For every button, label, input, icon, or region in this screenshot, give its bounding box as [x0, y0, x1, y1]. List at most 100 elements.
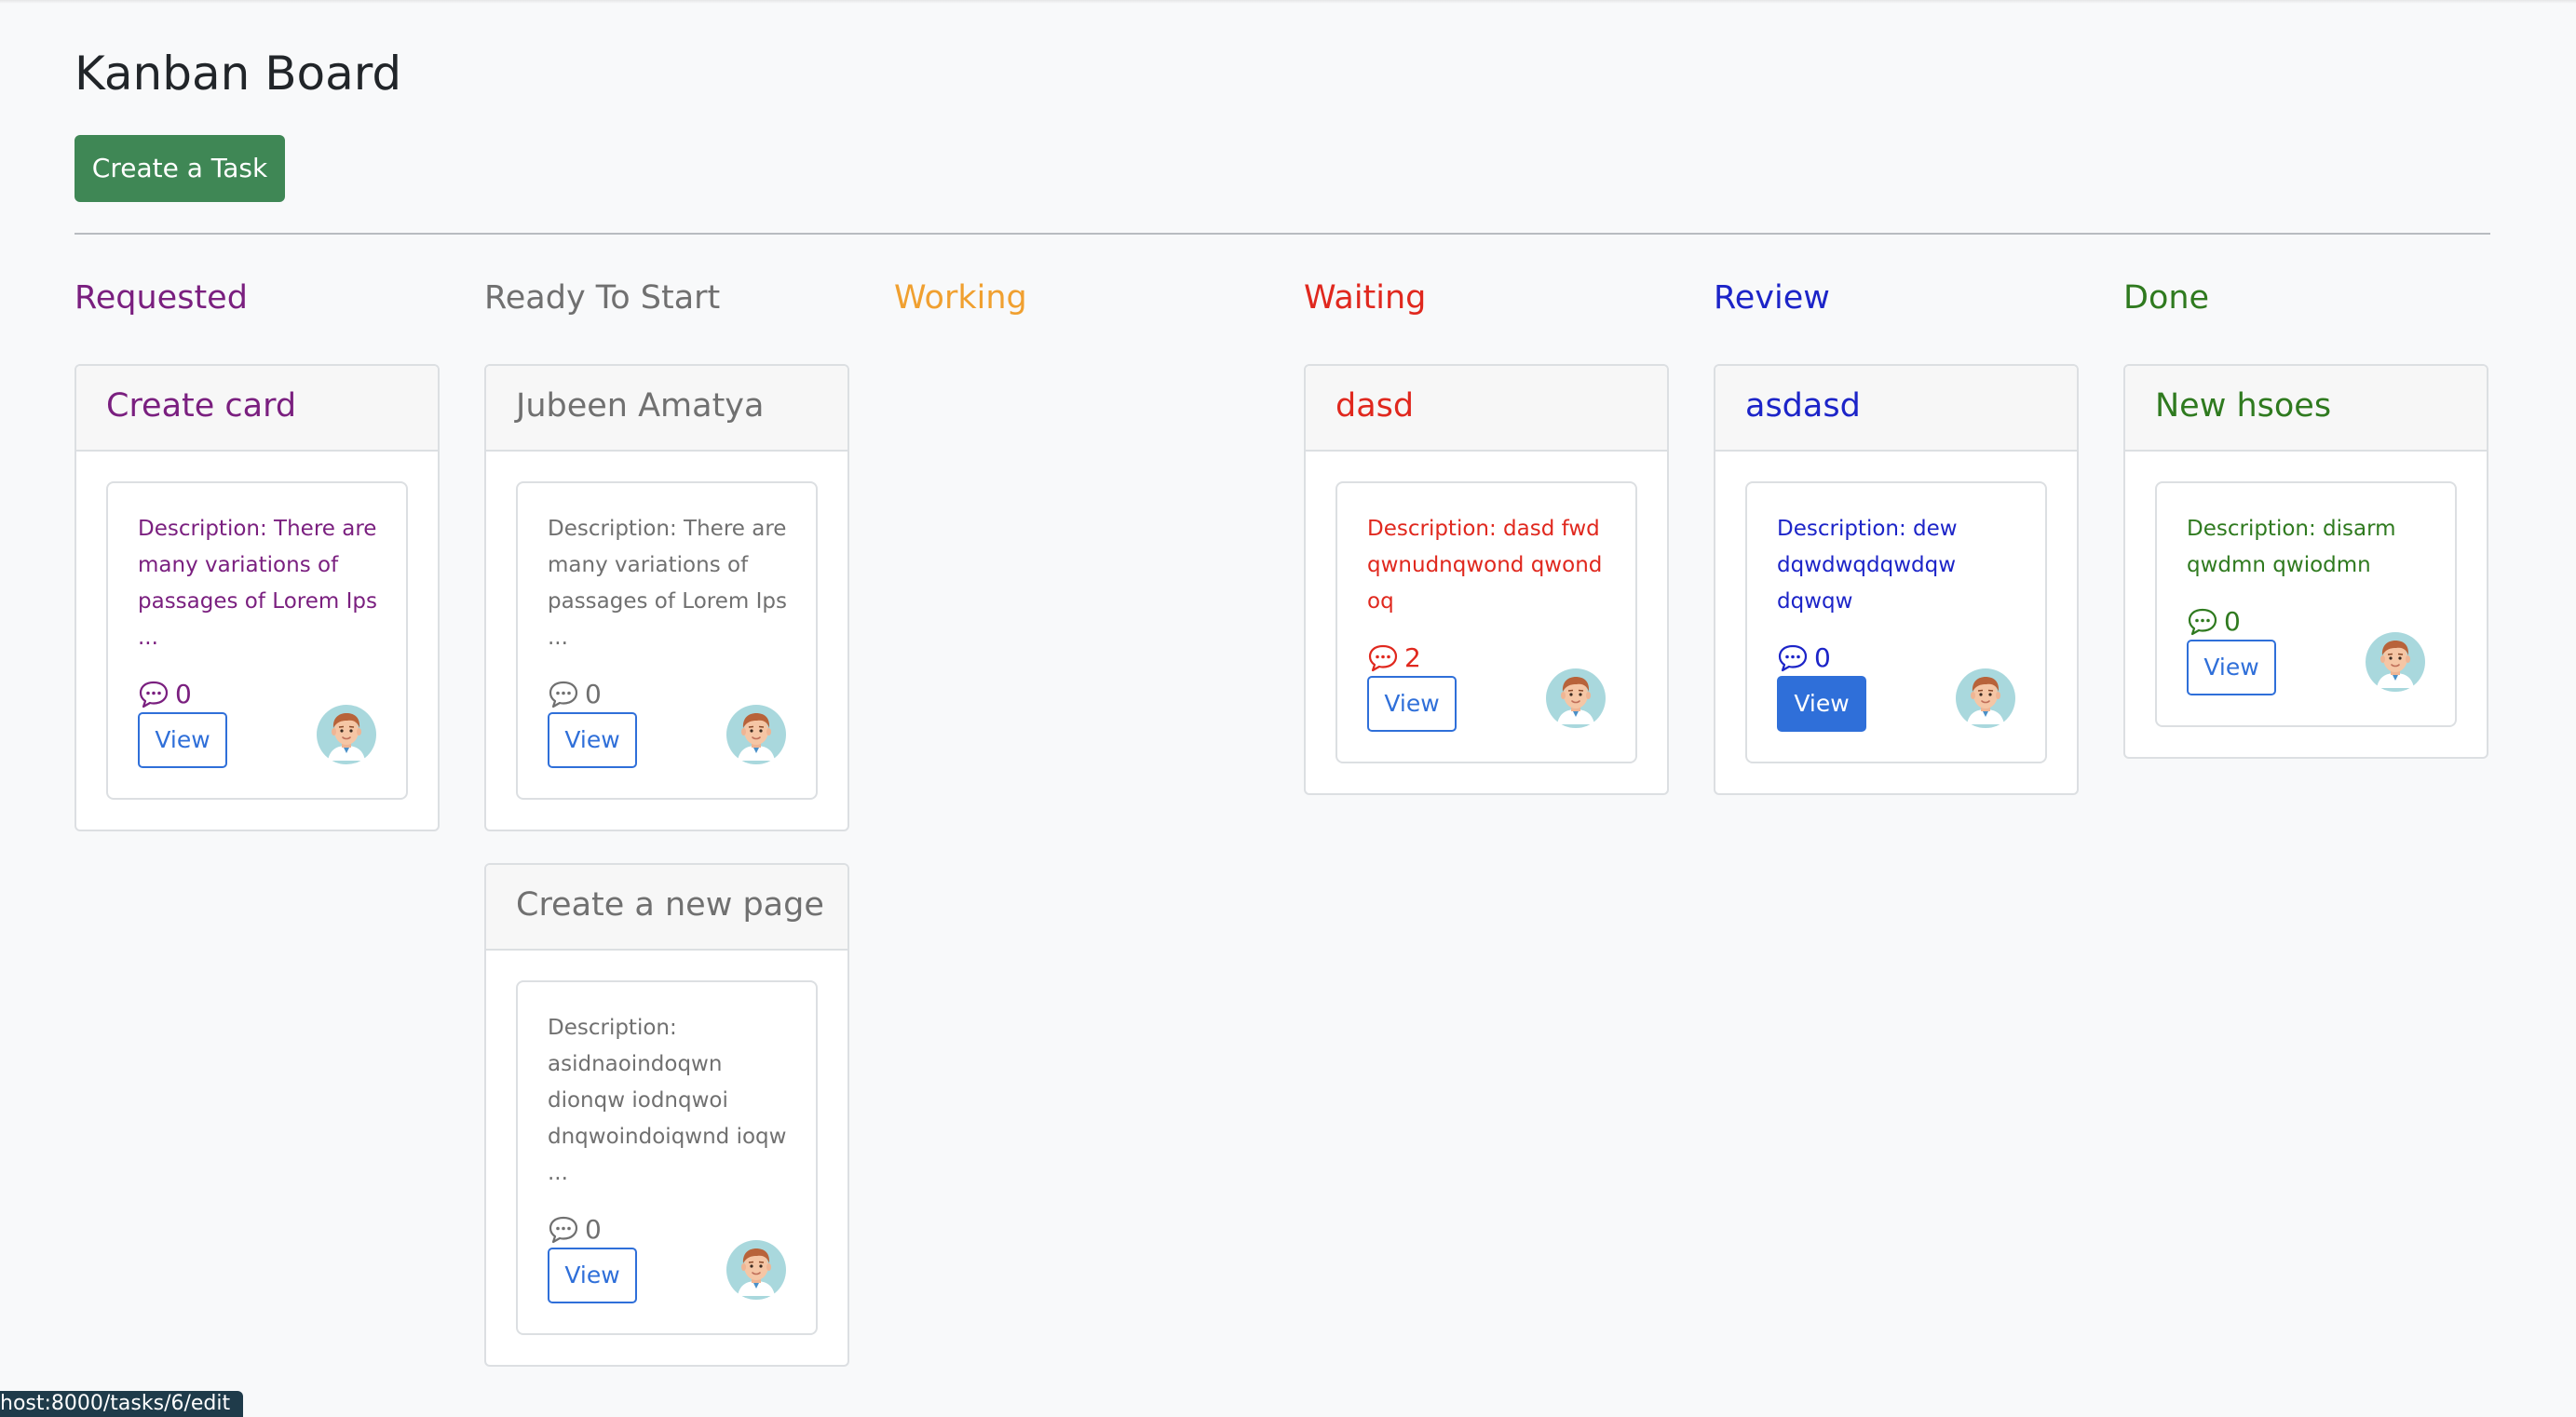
description-line: dnqwoindoiqwnd ioqw [548, 1125, 787, 1149]
task-card: dasd Description: dasd fwd qwnudnqwond qwo… [1304, 364, 1669, 795]
task-details: Description: asidnaoindoqwn dionqw iodnqwo… [516, 980, 818, 1335]
task-title: Create card [76, 366, 438, 452]
task-description: Description: disarm qwdmn qwiodmn [2187, 511, 2425, 584]
description-line: ... [138, 626, 158, 650]
task-body: Description: There are many variations of… [486, 452, 847, 830]
speech-bubble-icon [548, 1213, 579, 1245]
column-title: Review [1714, 279, 1830, 317]
task-card: Create a new page Description: asidnaoindo… [484, 863, 849, 1367]
header-divider [75, 233, 2490, 235]
view-task-button[interactable]: View [2187, 640, 2276, 695]
task-details: Description: dew dqwdwqdqwdqw dqwqw 0 View [1745, 481, 2047, 763]
task-meta: 2 View [1367, 641, 1606, 734]
user-avatar-icon [1546, 668, 1606, 728]
description-line: oq [1367, 589, 1394, 614]
task-title: dasd [1306, 366, 1667, 452]
column-1: Ready To Start Jubeen Amatya Description: … [484, 275, 849, 1367]
task-list: Create card Description: There are many va… [75, 364, 440, 863]
user-avatar-icon [726, 705, 786, 764]
task-meta: 0 View [1777, 641, 2015, 734]
task-details: Description: There are many variations of… [106, 481, 408, 800]
comment-count-value: 0 [585, 1213, 602, 1245]
create-task-button[interactable]: Create a Task [75, 135, 285, 202]
view-task-button[interactable]: View [138, 712, 227, 768]
comment-count: 0 [548, 1212, 602, 1246]
task-details: Description: There are many variations of… [516, 481, 818, 800]
kanban-page: Kanban Board Create a Task Requested Crea… [0, 0, 2576, 1417]
comment-count-value: 0 [1814, 641, 1831, 673]
task-body: Description: There are many variations of… [76, 452, 438, 830]
task-list: dasd Description: dasd fwd qwnudnqwond qwo… [1304, 364, 1669, 827]
column-2: Working [894, 275, 1259, 321]
description-line: many variations of [138, 553, 339, 577]
comment-count-value: 2 [1404, 641, 1421, 673]
column-title: Working [894, 279, 1027, 317]
column-4: Review asdasd Description: dew dqwdwqdqwdqw… [1714, 275, 2079, 795]
task-meta: 0 View [548, 1212, 786, 1305]
description-line: Description: disarm [2187, 517, 2396, 541]
speech-bubble-icon [138, 678, 169, 709]
column-0: Requested Create card Description: There a… [75, 275, 440, 831]
description-line: Description: [548, 1016, 677, 1040]
task-list: asdasd Description: dew dqwdwqdqwdqw dqwqw 0… [1714, 364, 2079, 827]
description-line: asidnaoindoqwn [548, 1052, 723, 1076]
description-line: Description: There are [138, 517, 377, 541]
task-meta: 0 View [2187, 604, 2425, 697]
view-task-button[interactable]: View [1777, 676, 1866, 732]
task-description: Description: asidnaoindoqwn dionqw iodnqwo… [548, 1010, 786, 1192]
task-description: Description: dew dqwdwqdqwdqw dqwqw [1777, 511, 2015, 620]
comment-count-value: 0 [2224, 605, 2241, 637]
description-line: passages of Lorem Ips [138, 589, 377, 614]
task-meta: 0 View [138, 677, 376, 770]
description-line: dionqw iodnqwoi [548, 1088, 728, 1113]
comment-count-value: 0 [585, 678, 602, 709]
task-description: Description: There are many variations of… [548, 511, 787, 656]
description-line: dqwdwqdqwdqw [1777, 553, 1957, 577]
task-card: asdasd Description: dew dqwdwqdqwdqw dqwqw 0… [1714, 364, 2079, 795]
top-shadow [0, 0, 2576, 4]
description-line: ... [548, 626, 568, 650]
comment-count: 2 [1367, 641, 1421, 674]
task-card: New hsoes Description: disarm qwdmn qwiodm… [2123, 364, 2488, 759]
task-details: Description: dasd fwd qwnudnqwond qwond oq… [1335, 481, 1637, 763]
description-line: qwdmn qwiodmn [2187, 553, 2371, 577]
view-task-button[interactable]: View [1367, 676, 1457, 732]
view-task-button[interactable]: View [548, 1248, 637, 1303]
description-line: Description: There are [548, 517, 787, 541]
description-line: qwnudnqwond qwond [1367, 553, 1603, 577]
task-body: Description: asidnaoindoqwn dionqw iodnqwo… [486, 951, 847, 1365]
user-avatar-icon [1956, 668, 2015, 728]
description-line: Description: dew [1777, 517, 1958, 541]
column-title: Done [2123, 279, 2210, 317]
status-bar-url: host:8000/tasks/6/edit [0, 1391, 244, 1417]
speech-bubble-icon [2187, 605, 2218, 637]
task-title: Jubeen Amatya [486, 366, 847, 452]
description-line: passages of Lorem Ips [548, 589, 787, 614]
view-task-button[interactable]: View [548, 712, 637, 768]
task-list: New hsoes Description: disarm qwdmn qwiodm… [2123, 364, 2488, 790]
description-line: ... [548, 1161, 568, 1185]
task-details: Description: disarm qwdmn qwiodmn 0 View [2155, 481, 2457, 727]
task-body: Description: dasd fwd qwnudnqwond qwond oq… [1306, 452, 1667, 793]
user-avatar-icon [317, 705, 376, 764]
speech-bubble-icon [1367, 641, 1399, 673]
speech-bubble-icon [548, 678, 579, 709]
column-title: Ready To Start [484, 279, 721, 317]
column-title: Waiting [1304, 279, 1427, 317]
description-line: Description: dasd fwd [1367, 517, 1600, 541]
page-title: Kanban Board [75, 47, 402, 101]
column-title: Requested [75, 279, 248, 317]
task-meta: 0 View [548, 677, 786, 770]
task-body: Description: dew dqwdwqdqwdqw dqwqw 0 View [1715, 452, 2077, 793]
user-avatar-icon [2366, 632, 2425, 692]
description-line: dqwqw [1777, 589, 1853, 614]
task-list: Jubeen Amatya Description: There are many … [484, 364, 849, 1398]
comment-count: 0 [138, 677, 192, 710]
task-title: Create a new page [486, 865, 847, 951]
task-body: Description: disarm qwdmn qwiodmn 0 View [2125, 452, 2487, 757]
comment-count-value: 0 [175, 678, 192, 709]
column-5: Done New hsoes Description: disarm qwdmn qw… [2123, 275, 2488, 759]
speech-bubble-icon [1777, 641, 1809, 673]
task-card: Create card Description: There are many va… [75, 364, 440, 831]
task-title: asdasd [1715, 366, 2077, 452]
